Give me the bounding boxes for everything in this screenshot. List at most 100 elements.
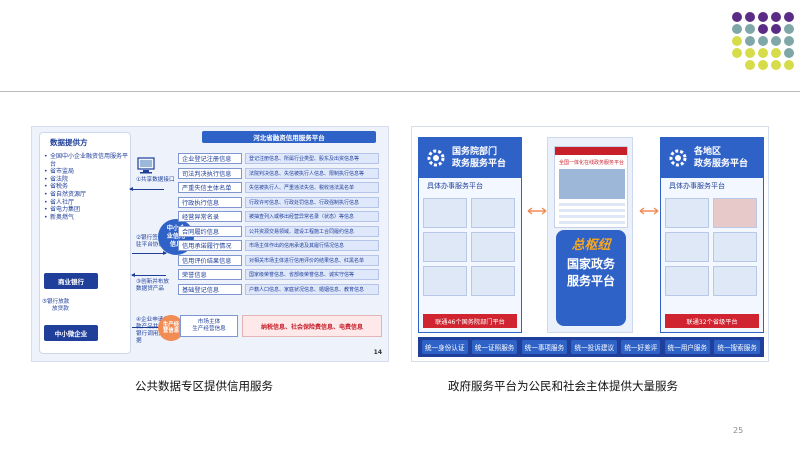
credit-category-row: 司法判决执行信息 法院判决信息、失信被执行人信息、限制执行信息等 — [178, 167, 379, 179]
right-caption: 政府服务平台为公民和社会主体提供大量服务 — [448, 379, 678, 393]
credit-category-row: 合同履约信息 公共资源交易领域、建设工程施工合同履约信息 — [178, 225, 379, 237]
left-caption: 公共数据专区提供信用服务 — [135, 379, 273, 393]
commercial-bank-label: 商业银行 — [44, 273, 98, 289]
regional-header: 各地区 政务服务平台 — [661, 138, 763, 178]
inner-page-number: 14 — [373, 349, 382, 356]
credit-category-name: 基础登记信息 — [178, 283, 242, 295]
data-provider-item: 省市监局 — [44, 168, 130, 176]
credit-category-row: 企业登记注册信息 登记注册信息、所属行业类型、股东及出资信息等 — [178, 153, 379, 164]
decorative-dot — [745, 12, 755, 22]
decorative-dot — [784, 12, 794, 22]
unified-service-item: 统一用户服务 — [664, 340, 711, 354]
data-provider-list: 全国中小企业融资信用服务平台省市监局省法院省税务省自然资源厅省人社厅省电力集团新… — [44, 153, 130, 221]
header-divider — [0, 91, 800, 92]
decorative-dot — [771, 12, 781, 22]
decorative-dot — [784, 60, 794, 70]
step1-label: ①共享数据接口 — [136, 177, 175, 183]
state-council-count-badge: 联通46个国务院部门平台 — [423, 314, 517, 328]
decorative-dot-grid — [728, 10, 800, 74]
credit-category-name: 企业登记注册信息 — [178, 153, 242, 164]
decorative-dot — [732, 36, 742, 46]
credit-category-row: 信用评价结果信息 对相关市场主体进行信用评价的结果信息、红黑名单 — [178, 254, 379, 266]
credit-category-desc: 国家级荣誉信息、省部级荣誉信息、诚实守信等 — [245, 269, 379, 280]
state-council-platform-column: 国务院部门 政务服务平台 具体办事服务平台 联通46个国务院部门平台 — [418, 137, 522, 333]
data-provider-title: 数据提供方 — [50, 138, 88, 147]
credit-category-name: 严重失信主体名单 — [178, 182, 242, 193]
step5-label: ⑤银行放款 — [42, 299, 70, 305]
credit-category-desc: 被抽查列入或移出经营异常名录（状态）等信息 — [245, 211, 379, 222]
tax-insurance-electric-info: 纳税信息、社会保险费信息、电费信息 — [242, 315, 382, 337]
national-hub-box: 总枢纽 国家政务 服务平台 — [556, 230, 626, 326]
decorative-dot — [745, 36, 755, 46]
data-provider-item: 省电力集团 — [44, 206, 130, 214]
unified-service-item: 统一身份认证 — [422, 340, 468, 354]
decorative-dot — [732, 24, 742, 34]
decorative-dot — [784, 48, 794, 58]
credit-category-desc: 对相关市场主体进行信用评价的结果信息、红黑名单 — [245, 254, 379, 266]
credit-category-name: 司法判决执行信息 — [178, 167, 242, 179]
regional-count-badge: 联通32个省级平台 — [665, 314, 759, 328]
credit-category-row: 行政执行信息 行政许可信息、行政处罚信息、行政强制执行信息 — [178, 196, 379, 208]
gear-icon — [669, 149, 687, 167]
decorative-dot — [732, 12, 742, 22]
credit-category-desc: 行政许可信息、行政处罚信息、行政强制执行信息 — [245, 196, 379, 208]
national-hub-column: 全国一体化在线政务服务平台 总枢纽 国家政务 服务平台 — [547, 137, 633, 333]
market-entity-label: 市场主体 生产经营信息 — [180, 315, 238, 337]
credit-category-desc: 公共资源交易领域、建设工程施工合同履约信息 — [245, 225, 379, 237]
step3-label: ③创新并布放数据贷产品 — [136, 279, 169, 292]
decorative-dot — [784, 24, 794, 34]
unified-service-item: 统一投诉建议 — [571, 340, 618, 354]
decorative-dot — [745, 60, 755, 70]
data-provider-item: 省税务 — [44, 183, 130, 191]
unified-service-item: 统一证照服务 — [471, 340, 518, 354]
decorative-dot — [771, 36, 781, 46]
decorative-dot — [758, 60, 768, 70]
credit-category-desc: 户籍人口信息、家庭状况信息、婚姻信息、教育信息 — [245, 283, 379, 295]
arrow-step1 — [129, 187, 164, 191]
decorative-dot — [745, 48, 755, 58]
decorative-dot — [784, 36, 794, 46]
credit-category-name: 信用评价结果信息 — [178, 254, 242, 266]
unified-services-bar: 统一身份认证 统一证照服务 统一事项服务 统一投诉建议 统一好差评 统一用户服务 统一搜索服… — [418, 337, 764, 357]
credit-category-row: 荣誉信息 国家级荣誉信息、省部级荣誉信息、诚实守信等 — [178, 269, 379, 280]
computer-icon — [137, 157, 155, 174]
gov-service-diagram: 国务院部门 政务服务平台 具体办事服务平台 联通46个国务院部门平台 全国一体化… — [411, 126, 769, 362]
credit-category-row: 经营异常名录 被抽查列入或移出经营异常名录（状态）等信息 — [178, 211, 379, 222]
data-provider-item: 省自然资源厅 — [44, 191, 130, 199]
unified-service-item: 统一事项服务 — [521, 340, 568, 354]
credit-category-desc: 法院判决信息、失信被执行人信息、限制执行信息等 — [245, 167, 379, 179]
slide-number: 25 — [733, 426, 744, 435]
credit-service-diagram: 数据提供方 全国中小企业融资信用服务平台省市监局省法院省税务省自然资源厅省人社厅… — [31, 126, 389, 362]
decorative-dot — [771, 24, 781, 34]
decorative-dot — [771, 60, 781, 70]
platform-title: 河北省融资信用服务平台 — [202, 131, 376, 143]
credit-category-name: 信用承诺履行情况 — [178, 240, 242, 251]
arrow-step3 — [131, 273, 166, 277]
national-portal-screenshot: 全国一体化在线政务服务平台 — [554, 146, 628, 228]
unified-service-item: 统一好差评 — [621, 340, 661, 354]
double-arrow-icon-left — [527, 207, 547, 215]
decorative-dot — [758, 24, 768, 34]
credit-category-name: 合同履约信息 — [178, 225, 242, 237]
data-provider-item: 全国中小企业融资信用服务平台 — [44, 153, 130, 168]
decorative-dot — [745, 24, 755, 34]
hub-label: 总枢纽 — [571, 238, 611, 253]
credit-category-row: 基础登记信息 户籍人口信息、家庭状况信息、婚姻信息、教育信息 — [178, 283, 379, 295]
credit-category-desc: 失信被执行人、严重违法失信、税收违法黑名单 — [245, 182, 379, 193]
credit-category-name: 荣誉信息 — [178, 269, 242, 280]
data-provider-item: 新奥燃气 — [44, 214, 130, 222]
credit-category-row: 信用承诺履行情况 市场主体作出的信用承诺及其履行情况信息 — [178, 240, 379, 251]
decorative-dot — [732, 48, 742, 58]
regional-sub: 具体办事服务平台 — [669, 182, 725, 190]
arrow-step2 — [132, 251, 167, 255]
state-council-header-text: 国务院部门 政务服务平台 — [452, 147, 507, 169]
state-council-sub: 具体办事服务平台 — [427, 182, 483, 190]
double-arrow-icon-right — [639, 207, 659, 215]
state-council-header: 国务院部门 政务服务平台 — [419, 138, 521, 178]
decorative-dot — [758, 12, 768, 22]
credit-category-desc: 市场主体作出的信用承诺及其履行情况信息 — [245, 240, 379, 251]
credit-category-row: 严重失信主体名单 失信被执行人、严重违法失信、税收违法黑名单 — [178, 182, 379, 193]
step5b-label: 放贷款 — [52, 306, 69, 312]
data-provider-box: 数据提供方 全国中小企业融资信用服务平台省市监局省法院省税务省自然资源厅省人社厅… — [39, 132, 131, 354]
credit-category-name: 行政执行信息 — [178, 196, 242, 208]
